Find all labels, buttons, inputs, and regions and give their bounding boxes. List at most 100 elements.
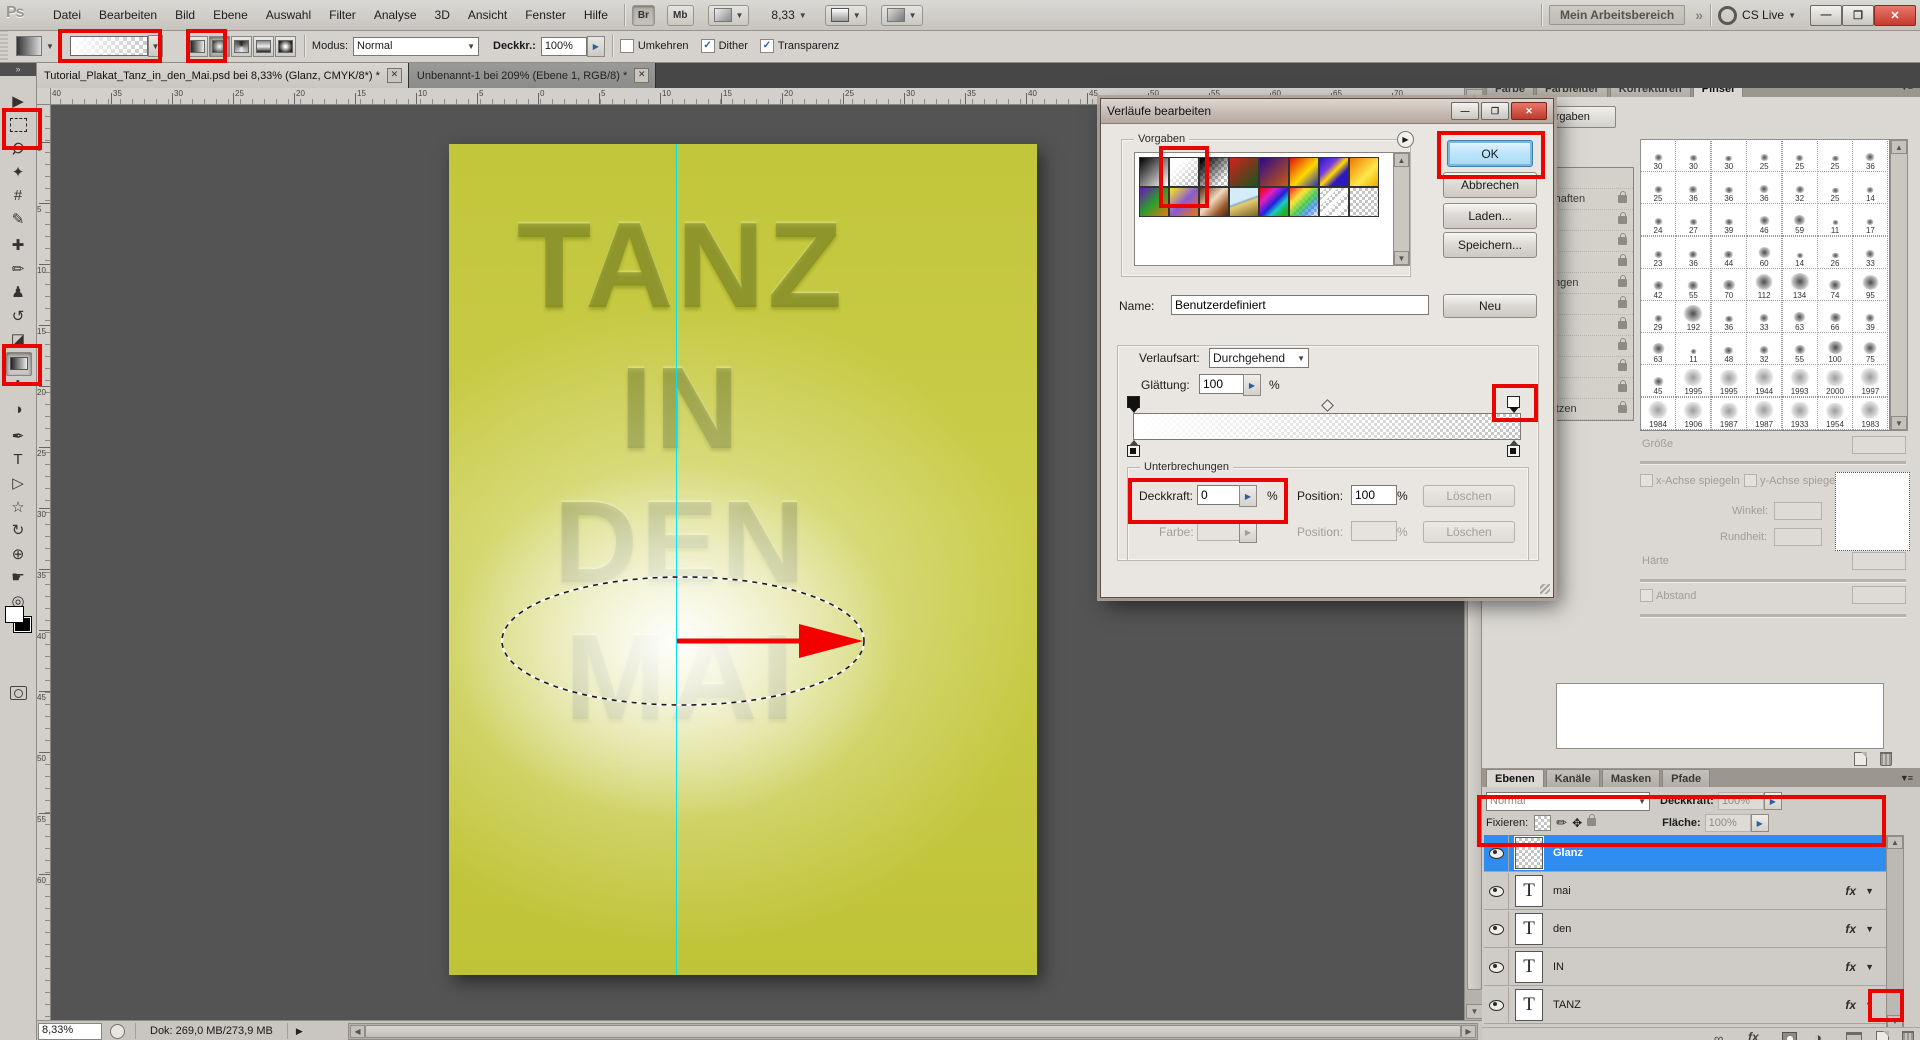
status-menu-arrow[interactable]: ▶ xyxy=(296,1026,303,1037)
dialog-title-bar[interactable]: Verläufe bearbeiten — ❐ ✕ xyxy=(1101,99,1553,124)
delete-brush-icon[interactable] xyxy=(1880,752,1892,766)
3d-orbit-tool[interactable]: ⊕ xyxy=(6,543,30,565)
quick-mask-button[interactable] xyxy=(6,682,30,704)
brush-preset[interactable]: 30 xyxy=(1676,140,1710,171)
layer-row-glanz[interactable]: Glanz xyxy=(1484,835,1886,872)
color-stop-left[interactable] xyxy=(1127,445,1140,457)
brush-preset[interactable]: 30 xyxy=(1712,140,1746,171)
brush-preset[interactable]: 55 xyxy=(1676,269,1710,300)
gradient-preset[interactable] xyxy=(1259,157,1289,187)
gradient-name-input[interactable] xyxy=(1171,295,1429,315)
healing-brush-tool[interactable]: ✚ xyxy=(6,234,30,256)
menu-fenster[interactable]: Fenster xyxy=(516,4,575,26)
brush-preset[interactable]: 39 xyxy=(1853,301,1887,332)
gradient-strip[interactable] xyxy=(1133,413,1521,440)
delete-layer-icon[interactable] xyxy=(1902,1031,1914,1040)
layer-thumbnail[interactable]: T xyxy=(1515,913,1543,945)
layer-row-in[interactable]: TINfx▼ xyxy=(1484,949,1886,986)
brush-preset[interactable]: 14 xyxy=(1853,172,1887,203)
brush-preset[interactable]: 11 xyxy=(1818,204,1852,235)
dialog-resize-grip[interactable] xyxy=(1540,584,1550,594)
brush-preset[interactable]: 70 xyxy=(1712,269,1746,300)
guides-overlay-button[interactable]: ▼ xyxy=(708,5,750,26)
ok-button[interactable]: OK xyxy=(1447,140,1533,167)
lock-all-icon[interactable] xyxy=(1587,817,1598,829)
layer-fx-icon[interactable]: fx xyxy=(1845,922,1856,936)
gradient-picker[interactable]: ▼ xyxy=(70,35,163,57)
checkbox-dither[interactable]: ✓Dither xyxy=(701,39,748,53)
layer-thumbnail[interactable]: T xyxy=(1515,951,1543,983)
lock-pixels-icon[interactable]: ✏ xyxy=(1556,815,1567,831)
layer-row-den[interactable]: Tdenfx▼ xyxy=(1484,911,1886,948)
gradient-preset[interactable] xyxy=(1289,187,1319,217)
gradient-preset[interactable] xyxy=(1169,157,1199,187)
brush-tool[interactable]: ✏ xyxy=(6,258,30,280)
menu-analyse[interactable]: Analyse xyxy=(365,4,426,26)
gradient-preset[interactable] xyxy=(1199,157,1229,187)
visibility-cell[interactable] xyxy=(1484,987,1509,1023)
angle-gradient-button[interactable] xyxy=(231,36,252,57)
brush-preset[interactable]: 1984 xyxy=(1641,398,1675,429)
load-button[interactable]: Laden... xyxy=(1443,203,1537,229)
dialog-maximize-button[interactable]: ❐ xyxy=(1481,102,1509,120)
minimize-button[interactable]: — xyxy=(1810,5,1842,26)
lasso-tool[interactable]: Ϙ xyxy=(6,137,30,159)
gradient-preset[interactable] xyxy=(1349,157,1379,187)
layer-blend-select[interactable]: Normal▼ xyxy=(1486,792,1650,811)
type-tool[interactable]: T xyxy=(6,449,30,471)
blur-tool[interactable]: ❜ xyxy=(6,375,30,397)
layer-thumbnail[interactable] xyxy=(1515,837,1543,869)
clone-stamp-tool[interactable]: ♟ xyxy=(6,281,30,303)
brush-preset[interactable]: 1983 xyxy=(1853,398,1887,429)
stop-opacity-spinner[interactable]: ▶ xyxy=(1239,485,1257,507)
brush-preset[interactable]: 23 xyxy=(1641,237,1675,268)
brush-preset[interactable]: 27 xyxy=(1676,204,1710,235)
horizontal-scroll-thumb[interactable] xyxy=(365,1025,1461,1038)
tab-ebenen[interactable]: Ebenen xyxy=(1486,769,1544,787)
checkbox-transparenz[interactable]: ✓Transparenz xyxy=(760,39,839,53)
brush-preset[interactable]: 1997 xyxy=(1853,365,1887,396)
diamond-gradient-button[interactable] xyxy=(275,36,296,57)
brush-grid-scrollbar[interactable]: ▲ ▼ xyxy=(1890,139,1908,431)
brush-preset[interactable]: 2000 xyxy=(1818,365,1852,396)
gradient-preset[interactable] xyxy=(1349,187,1379,217)
brush-preset[interactable]: 134 xyxy=(1783,269,1817,300)
scroll-down-button[interactable]: ▼ xyxy=(1466,1004,1483,1019)
layer-row-mai[interactable]: Tmaifx▼ xyxy=(1484,873,1886,910)
bridge-button[interactable]: Br xyxy=(632,5,655,26)
stop-position-field[interactable] xyxy=(1351,485,1397,505)
scroll-down-button[interactable]: ▼ xyxy=(1891,416,1907,430)
scroll-left-button[interactable]: ◀ xyxy=(350,1025,365,1038)
brush-preset[interactable]: 14 xyxy=(1783,237,1817,268)
cancel-button[interactable]: Abbrechen xyxy=(1443,172,1537,198)
path-selection-tool[interactable]: ▷ xyxy=(6,472,30,494)
menu-auswahl[interactable]: Auswahl xyxy=(257,4,320,26)
lock-transparency-icon[interactable] xyxy=(1534,815,1551,831)
brush-preset[interactable]: 44 xyxy=(1712,237,1746,268)
gradient-preset[interactable] xyxy=(1319,187,1349,217)
status-zoom-field[interactable]: 8,33% xyxy=(38,1023,102,1040)
screen-mode-button[interactable]: ▼ xyxy=(881,5,923,26)
workspace-overflow-button[interactable]: » xyxy=(1695,7,1703,23)
brush-preset[interactable]: 95 xyxy=(1853,269,1887,300)
tab-close-icon[interactable]: ✕ xyxy=(634,68,649,83)
brush-preset[interactable]: 36 xyxy=(1712,301,1746,332)
checkbox-box[interactable]: ✓ xyxy=(701,39,715,53)
layer-fx-expander[interactable]: ▼ xyxy=(1865,886,1874,896)
brush-preset[interactable]: 25 xyxy=(1818,140,1852,171)
menu-filter[interactable]: Filter xyxy=(320,4,365,26)
brush-preset[interactable]: 100 xyxy=(1818,333,1852,364)
menu-bearbeiten[interactable]: Bearbeiten xyxy=(90,4,166,26)
menu-ansicht[interactable]: Ansicht xyxy=(459,4,516,26)
document-tab[interactable]: Unbenannt-1 bei 209% (Ebene 1, RGB/8) *✕ xyxy=(409,63,656,88)
opacity-spinner[interactable]: ▶ xyxy=(587,36,605,57)
brush-preset[interactable]: 33 xyxy=(1853,237,1887,268)
scroll-right-button[interactable]: ▶ xyxy=(1461,1025,1476,1038)
vertical-ruler[interactable]: 051015202530354045505560 xyxy=(36,104,51,1020)
scroll-up-button[interactable]: ▲ xyxy=(1394,153,1409,167)
brush-preset[interactable]: 11 xyxy=(1676,333,1710,364)
layer-fx-icon[interactable]: fx xyxy=(1845,960,1856,974)
checkbox-box[interactable]: ✓ xyxy=(760,39,774,53)
brush-preset[interactable]: 26 xyxy=(1818,237,1852,268)
smoothness-spinner[interactable]: ▶ xyxy=(1243,374,1261,396)
